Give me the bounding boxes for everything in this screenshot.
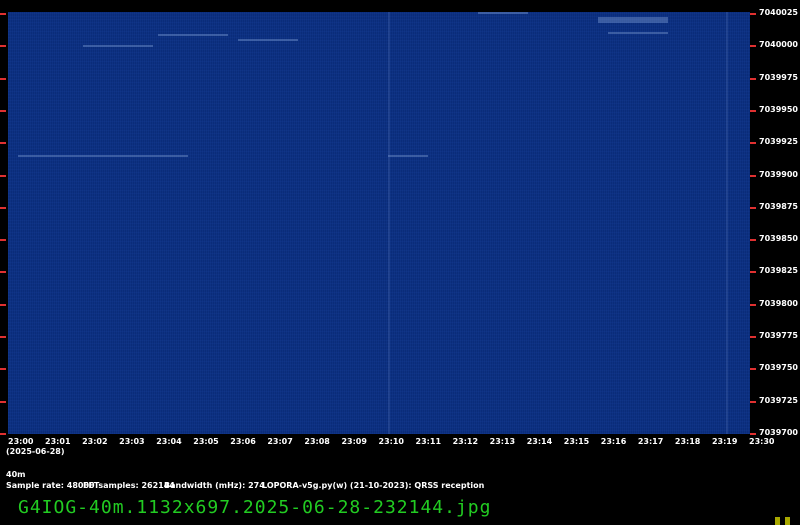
y-tick-mark: [0, 432, 6, 435]
x-tick-label: 23:14: [526, 437, 553, 446]
filename-label: G4IOG-40m.1132x697.2025-06-28-232144.jpg: [18, 497, 492, 518]
x-tick-label: 23:05: [193, 437, 219, 446]
y-tick-mark: [750, 368, 756, 371]
marker-square: [775, 517, 780, 525]
y-tick-mark: [750, 77, 756, 80]
y-tick-label: 7039775: [759, 331, 798, 340]
y-tick-mark: [0, 336, 6, 338]
x-tick-label: 23:09: [341, 437, 367, 446]
x-tick-label: 23:01: [45, 437, 71, 446]
signal-trace: [238, 39, 298, 41]
signal-trace: [478, 12, 528, 14]
y-tick-mark: [750, 400, 756, 403]
y-tick-mark: [0, 206, 6, 209]
y-tick-label: 7039750: [759, 363, 798, 373]
y-tick-label: 7039725: [759, 395, 798, 405]
y-tick-mark: [750, 142, 756, 145]
y-tick-mark: [0, 174, 6, 177]
signal-trace: [726, 12, 728, 434]
date-label: (2025-06-28): [6, 447, 65, 456]
x-tick-label: 23:00: [8, 437, 34, 446]
y-tick-label: 7039875: [759, 201, 798, 211]
y-tick-mark: [0, 45, 6, 48]
y-tick-label: 7039700: [759, 427, 798, 437]
x-tick-label: 23:07: [267, 437, 293, 446]
y-tick-label: 7039900: [759, 169, 798, 179]
signal-trace: [83, 45, 153, 47]
y-tick-mark: [750, 13, 756, 15]
x-tick-label: 23:11: [415, 437, 442, 446]
y-tick-mark: [750, 336, 756, 338]
y-tick-mark: [0, 13, 6, 15]
x-tick-label: 23:06: [230, 437, 256, 446]
bandwidth-label: Bandwidth (mHz): 274: [164, 481, 265, 490]
x-tick-label: 23:19: [711, 437, 738, 446]
signal-trace: [598, 17, 668, 23]
y-tick-label: 7039850: [759, 234, 798, 244]
y-tick-mark: [0, 303, 6, 306]
y-tick-mark: [0, 142, 6, 145]
signal-trace: [18, 155, 188, 157]
signal-trace: [388, 12, 390, 434]
signal-trace: [158, 34, 228, 36]
y-tick-mark: [750, 45, 756, 48]
x-tick-label: 23:03: [119, 437, 145, 446]
y-tick-mark: [0, 400, 6, 403]
x-tick-label: 23:30: [749, 437, 775, 446]
y-tick-label: 7040025: [759, 8, 798, 17]
x-tick-label: 23:08: [304, 437, 330, 446]
x-tick-label: 23:13: [489, 437, 516, 446]
y-tick-mark: [750, 271, 756, 274]
y-tick-mark: [0, 77, 6, 80]
y-tick-mark: [750, 174, 756, 177]
y-tick-mark: [750, 239, 756, 242]
y-tick-mark: [0, 109, 6, 112]
y-tick-mark: [750, 109, 756, 112]
y-tick-label: 7039825: [759, 266, 798, 276]
sample-rate-label: Sample rate: 48000: [6, 481, 95, 490]
x-tick-label: 23:15: [563, 437, 590, 446]
y-tick-label: 7040000: [759, 40, 798, 50]
signal-trace: [388, 155, 428, 157]
x-tick-label: 23:16: [600, 437, 627, 446]
signal-trace: [608, 32, 668, 34]
y-tick-mark: [0, 271, 6, 274]
x-tick-label: 23:04: [156, 437, 182, 446]
y-tick-label: 7039800: [759, 298, 798, 308]
y-tick-mark: [0, 368, 6, 371]
band-label: 40m: [6, 470, 26, 479]
x-tick-label: 23:17: [637, 437, 664, 446]
y-tick-mark: [750, 206, 756, 209]
x-tick-label: 23:18: [674, 437, 701, 446]
y-tick-mark: [750, 303, 756, 306]
y-tick-mark: [0, 239, 6, 242]
marker-square: [785, 517, 790, 525]
x-tick-label: 23:02: [82, 437, 108, 446]
spectrogram-plot: [8, 12, 750, 434]
y-tick-label: 7039975: [759, 72, 798, 82]
y-tick-label: 7039925: [759, 137, 798, 147]
x-tick-label: 23:12: [452, 437, 479, 446]
x-tick-label: 23:10: [378, 437, 404, 446]
y-tick-mark: [750, 432, 756, 435]
y-tick-label: 7039950: [759, 104, 798, 114]
fft-samples-label: FFTsamples: 262144: [83, 481, 175, 490]
software-label: LOPORA-v5g.py(w) (21-10-2023): QRSS rece…: [262, 481, 485, 490]
